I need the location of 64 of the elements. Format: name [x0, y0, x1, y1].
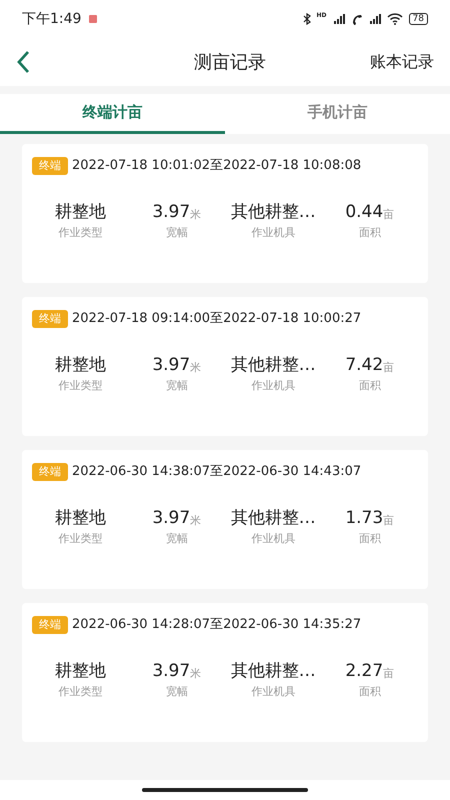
stat-label: 作业机具 — [251, 531, 296, 547]
stat-unit: 米 — [190, 360, 202, 376]
notification-icon — [89, 15, 98, 23]
call-icon — [350, 13, 363, 25]
signal-icon — [332, 13, 345, 25]
stat-unit: 米 — [190, 206, 202, 222]
stat-value: 2.27 — [345, 660, 384, 682]
stat-value: 3.97 — [152, 354, 190, 376]
stat-value: 7.42 — [345, 354, 384, 376]
ledger-link[interactable]: 账本记录 — [370, 50, 434, 74]
time-range: 2022-07-18 10:01:02至2022-07-18 10:08:08 — [72, 157, 362, 175]
stat-value: 耕整地 — [54, 200, 106, 224]
stat-label: 作业类型 — [58, 225, 102, 241]
stat-value: 耕整地 — [54, 660, 106, 682]
stat-value: 耕整地 — [54, 354, 106, 376]
stat-unit: 米 — [190, 666, 202, 682]
stat-label: 面积 — [358, 684, 381, 700]
battery-indicator: 78 — [408, 13, 428, 25]
terminal-tag: 终端 — [32, 310, 68, 328]
record-card[interactable]: 终端 2022-06-30 14:38:07至2022-06-30 14:43:07 耕整地 作业类型 3.97米 宽幅 其他耕整… 作业机具 1.73亩 面积 — [22, 450, 428, 589]
stat-value: 3.97 — [152, 200, 190, 224]
stat-label: 面积 — [358, 531, 381, 547]
time-range: 2022-07-18 09:14:00至2022-07-18 10:00:27 — [72, 310, 362, 328]
terminal-tag: 终端 — [32, 616, 68, 634]
terminal-tag: 终端 — [32, 156, 68, 175]
tab[interactable]: 手机计亩 — [225, 94, 450, 134]
stat-value: 3.97 — [152, 660, 190, 682]
stat-value: 其他耕整… — [230, 354, 316, 376]
stat-label: 作业类型 — [58, 531, 102, 547]
stat-value: 3.97 — [152, 506, 190, 530]
stat-unit: 亩 — [383, 360, 394, 376]
tab[interactable]: 终端计亩 — [0, 94, 225, 134]
signal-icon — [368, 13, 381, 25]
stat-value: 耕整地 — [54, 506, 106, 530]
terminal-tag: 终端 — [32, 462, 68, 481]
stat-label: 作业机具 — [251, 684, 296, 700]
page-title: 测亩记录 — [194, 50, 266, 74]
stat-unit: 亩 — [383, 666, 394, 682]
status-time: 下午1:49 — [22, 10, 82, 28]
stat-label: 面积 — [358, 225, 381, 241]
time-range: 2022-06-30 14:38:07至2022-06-30 14:43:07 — [72, 463, 362, 481]
record-card[interactable]: 终端 2022-06-30 14:28:07至2022-06-30 14:35:27 耕整地 作业类型 3.97米 宽幅 其他耕整… 作业机具 2.27亩 面积 — [22, 603, 428, 742]
stat-label: 面积 — [358, 378, 381, 394]
stat-label: 宽幅 — [166, 225, 188, 241]
stat-label: 作业类型 — [58, 684, 102, 700]
time-range: 2022-06-30 14:28:07至2022-06-30 14:35:27 — [72, 616, 362, 634]
stat-value: 其他耕整… — [230, 200, 316, 224]
stat-label: 作业机具 — [251, 378, 296, 394]
bluetooth-icon — [302, 13, 311, 25]
stat-value: 1.73 — [345, 506, 384, 530]
stat-label: 宽幅 — [166, 531, 188, 547]
stat-value: 其他耕整… — [230, 506, 316, 530]
record-card[interactable]: 终端 2022-07-18 09:14:00至2022-07-18 10:00:27 耕整地 作业类型 3.97米 宽幅 其他耕整… 作业机具 7.42亩 面积 — [22, 297, 428, 436]
record-card[interactable]: 终端 2022-07-18 10:01:02至2022-07-18 10:08:08 耕整地 作业类型 3.97米 宽幅 其他耕整… 作业机具 0.44亩 面积 — [22, 144, 428, 283]
wifi-icon — [386, 13, 403, 25]
stat-unit: 米 — [190, 512, 202, 528]
stat-label: 宽幅 — [166, 684, 188, 700]
stat-label: 作业类型 — [58, 378, 102, 394]
stat-unit: 亩 — [383, 512, 394, 528]
stat-value: 0.44 — [345, 200, 384, 224]
stat-value: 其他耕整… — [230, 660, 316, 682]
stat-unit: 亩 — [383, 206, 394, 222]
stat-label: 作业机具 — [251, 225, 296, 241]
stat-label: 宽幅 — [166, 378, 188, 394]
